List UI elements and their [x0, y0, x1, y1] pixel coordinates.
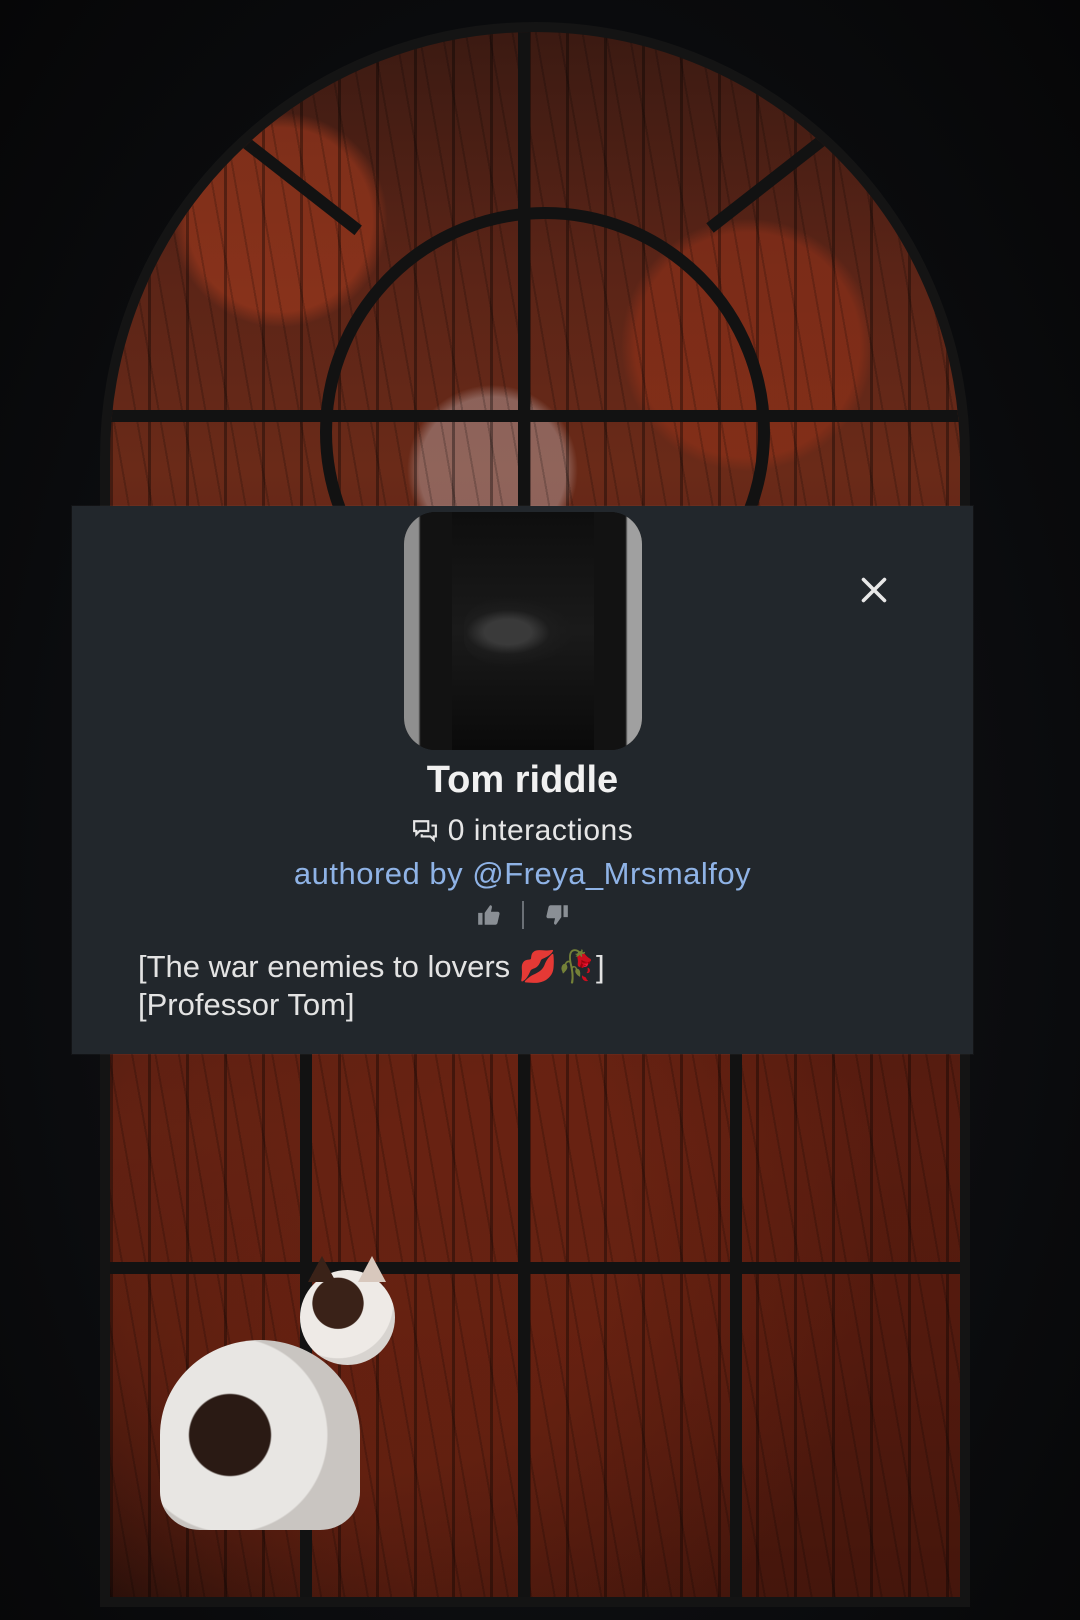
character-name: Tom riddle [426, 759, 619, 801]
description-line: [Professor Tom] [138, 987, 355, 1022]
window-diagonal-bar [706, 124, 840, 233]
author-link[interactable]: authored by @Freya_Mrsmalfoy [72, 856, 973, 892]
character-info-card: Tom riddle 0 interactions authored by @F… [72, 506, 973, 1054]
vote-divider [521, 901, 524, 929]
close-icon [861, 577, 887, 603]
vote-controls [72, 900, 973, 930]
window-mullion [730, 1052, 742, 1597]
interactions-count: 0 interactions [72, 814, 973, 848]
thumbs-down-icon [545, 905, 568, 925]
like-button[interactable] [474, 900, 504, 930]
character-avatar [404, 512, 642, 750]
cat-image [160, 1256, 400, 1530]
interactions-label: 0 interactions [447, 814, 634, 847]
window-transom [110, 410, 960, 422]
window-diagonal-bar [236, 133, 362, 236]
chat-bubbles-icon [412, 820, 437, 843]
close-button[interactable] [852, 568, 896, 612]
dislike-button[interactable] [542, 900, 572, 930]
character-description: [The war enemies to lovers 💋🥀] [Professo… [138, 948, 918, 1024]
thumbs-up-icon [477, 905, 500, 925]
description-line: [The war enemies to lovers 💋🥀] [138, 949, 605, 984]
